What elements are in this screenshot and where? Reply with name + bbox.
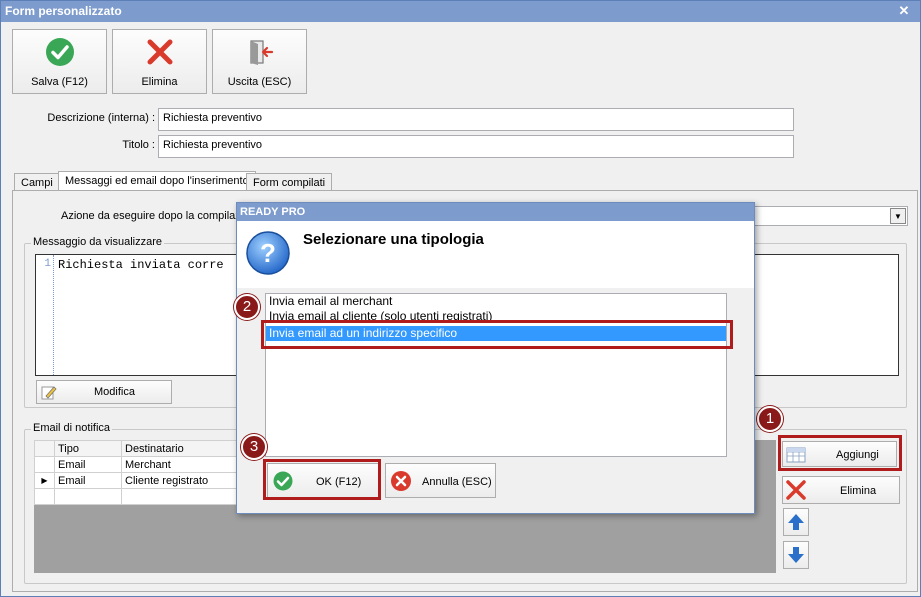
table-row[interactable]: Email Merchant (34, 456, 240, 473)
message-group-label: Messaggio da visualizzare (31, 236, 165, 248)
step-badge-1: 1 (757, 406, 783, 432)
window-titlebar: Form personalizzato (1, 1, 920, 22)
highlight-specific-address (261, 320, 733, 349)
arrow-down-icon (788, 547, 804, 563)
table-cell[interactable] (54, 488, 122, 505)
save-button-label: Salva (F12) (31, 76, 88, 88)
exit-button-label: Uscita (ESC) (227, 76, 292, 88)
table-row[interactable] (34, 488, 240, 505)
delete-button[interactable]: Elimina (112, 29, 207, 94)
table-cell[interactable]: Email (54, 472, 122, 489)
type-listbox[interactable]: Invia email al merchant Invia email al c… (265, 293, 727, 457)
title-input[interactable]: Richiesta preventivo (158, 135, 794, 158)
move-down-button[interactable] (783, 541, 809, 569)
column-header[interactable]: Destinatario (121, 440, 240, 457)
checkmark-icon (46, 38, 74, 66)
description-label: Descrizione (interna) : (47, 112, 155, 124)
action-label: Azione da eseguire dopo la compilazione (61, 210, 262, 222)
svg-text:?: ? (260, 238, 276, 268)
message-code-text: Richiesta inviata corre (58, 258, 224, 272)
delete-email-label: Elimina (840, 485, 877, 497)
highlight-add-button (778, 435, 902, 471)
row-indicator: ▶ (34, 472, 55, 489)
email-table: Tipo Destinatario Email Merchant ▶ Email… (34, 440, 240, 505)
step-badge-2: 2 (234, 294, 260, 320)
delete-button-label: Elimina (141, 76, 178, 88)
cancel-button[interactable]: Annulla (ESC) (385, 463, 496, 498)
description-input[interactable]: Richiesta preventivo (158, 108, 794, 131)
arrow-up-icon (788, 514, 804, 530)
row-indicator-header (34, 440, 55, 457)
cancel-icon (391, 471, 411, 491)
table-row[interactable]: ▶ Email Cliente registrato (34, 472, 240, 489)
step-badge-3: 3 (241, 434, 267, 460)
table-cell[interactable] (121, 488, 240, 505)
edit-message-button[interactable]: Modifica (36, 380, 172, 404)
exit-door-icon (250, 40, 274, 65)
close-icon (786, 480, 806, 500)
move-up-button[interactable] (783, 508, 809, 536)
save-button[interactable]: Salva (F12) (12, 29, 107, 94)
window-title: Form personalizzato (5, 4, 122, 18)
edit-message-label: Modifica (94, 386, 135, 398)
current-row-arrow-icon: ▶ (41, 476, 48, 485)
row-indicator (34, 488, 55, 505)
close-icon (147, 39, 173, 65)
question-icon: ? (246, 231, 290, 275)
dialog-header: ? Selezionare una tipologia (237, 221, 754, 288)
table-cell[interactable]: Email (54, 456, 122, 473)
dialog-heading: Selezionare una tipologia (303, 231, 484, 248)
email-group-label: Email di notifica (31, 422, 113, 434)
dialog-titlebar: READY PRO (237, 203, 754, 221)
title-label: Titolo : (122, 139, 155, 151)
exit-button[interactable]: Uscita (ESC) (212, 29, 307, 94)
highlight-ok-button (263, 459, 381, 500)
cancel-button-label: Annulla (ESC) (422, 476, 492, 488)
chevron-down-icon[interactable]: ▼ (890, 208, 906, 224)
close-icon[interactable]: ✕ (896, 3, 912, 19)
delete-email-button[interactable]: Elimina (782, 476, 900, 504)
table-header: Tipo Destinatario (34, 440, 240, 457)
row-indicator (34, 456, 55, 473)
pencil-icon (41, 386, 57, 400)
column-header[interactable]: Tipo (54, 440, 122, 457)
dialog-title: READY PRO (240, 206, 306, 218)
line-gutter: 1 (36, 255, 54, 375)
table-cell[interactable]: Merchant (121, 456, 240, 473)
table-cell[interactable]: Cliente registrato (121, 472, 240, 489)
list-item-merchant[interactable]: Invia email al merchant (266, 294, 726, 309)
line-number: 1 (44, 258, 51, 270)
